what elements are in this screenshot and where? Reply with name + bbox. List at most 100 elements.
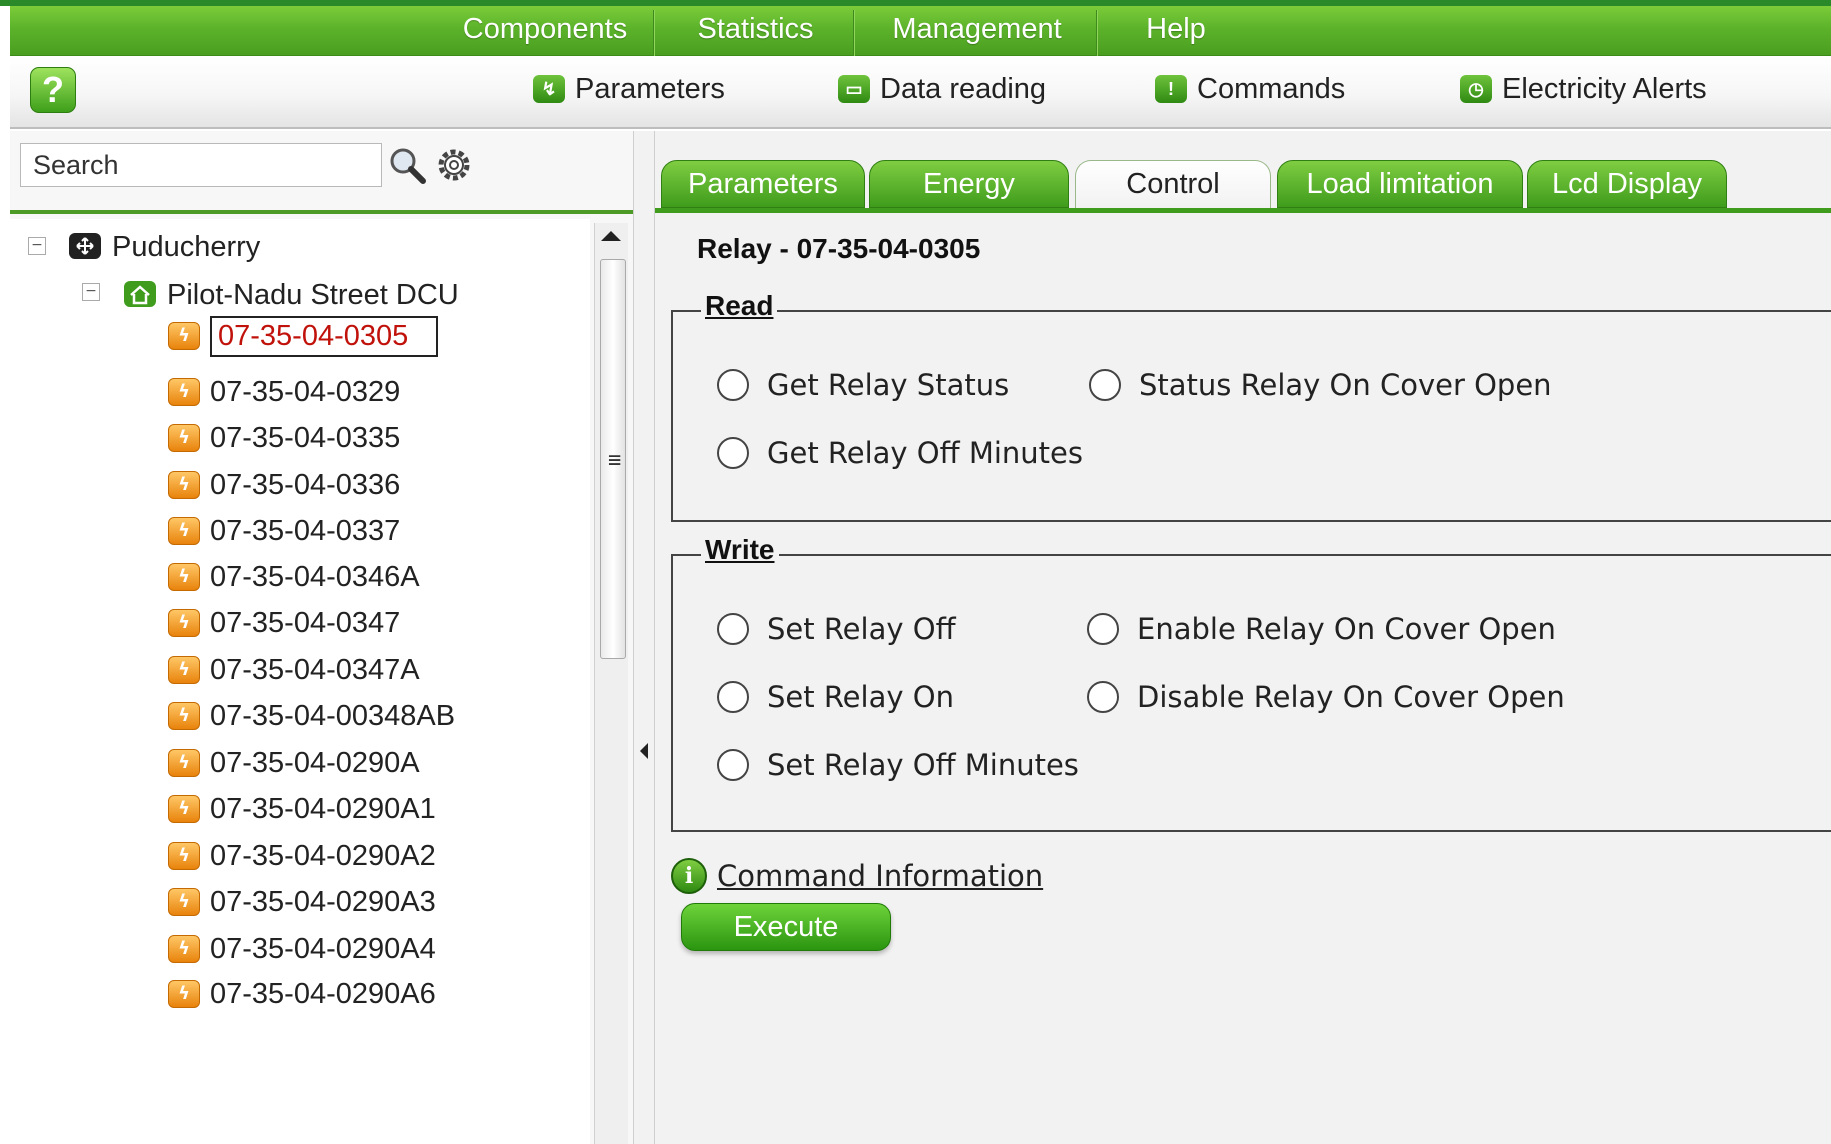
tree-node-meter[interactable]: ϟ 07-35-04-0347A	[168, 650, 420, 690]
selected-node-box: 07-35-04-0305	[210, 315, 439, 357]
radio-circle[interactable]	[717, 749, 749, 781]
menu-help[interactable]: Help	[1101, 6, 1251, 56]
tree-node-dcu[interactable]: Pilot-Nadu Street DCU	[123, 275, 459, 315]
collapse-left-arrow-icon[interactable]	[640, 743, 648, 759]
radio-label: Enable Relay On Cover Open	[1137, 612, 1556, 646]
radio-disable-relay-on-cover-open[interactable]: Disable Relay On Cover Open	[1087, 680, 1565, 714]
toolbar-commands[interactable]: ! Commands	[1155, 71, 1345, 107]
meter-icon: ϟ	[168, 656, 200, 684]
tab-lcd-display[interactable]: Lcd Display	[1527, 160, 1727, 208]
toolbar-electricity-alerts[interactable]: ◷ Electricity Alerts	[1460, 71, 1707, 107]
radio-get-relay-off-minutes[interactable]: Get Relay Off Minutes	[717, 436, 1083, 470]
radio-set-relay-on[interactable]: Set Relay On	[717, 680, 954, 714]
toolbar-parameters-label: Parameters	[575, 72, 725, 105]
meter-icon: ϟ	[168, 424, 200, 452]
radio-circle[interactable]	[1087, 613, 1119, 645]
tab-energy[interactable]: Energy	[869, 160, 1069, 208]
radio-label: Set Relay Off	[767, 612, 956, 646]
scroll-grip-icon: ≡	[608, 448, 622, 473]
tree-node-meter-label: 07-35-04-0290A3	[210, 885, 436, 918]
tree-node-meter-label: 07-35-04-0290A6	[210, 977, 436, 1010]
radio-circle[interactable]	[717, 437, 749, 469]
tree-node-meter-label: 07-35-04-0290A	[210, 746, 420, 779]
panel-splitter[interactable]	[633, 131, 655, 1144]
toolbar-data-reading-label: Data reading	[880, 72, 1047, 105]
meter-icon: ϟ	[168, 702, 200, 730]
commands-icon: !	[1155, 75, 1187, 103]
question-icon[interactable]: ?	[30, 67, 76, 113]
toolbar-parameters[interactable]: ↯ Parameters	[533, 71, 725, 107]
write-legend: Write	[701, 534, 779, 566]
scroll-thumb[interactable]: ≡	[600, 259, 626, 659]
tree-node-meter[interactable]: ϟ 07-35-04-0336	[168, 465, 400, 505]
meter-icon: ϟ	[168, 842, 200, 870]
tree-node-region[interactable]: Puducherry	[68, 227, 260, 267]
toolbar-data-reading[interactable]: ▭ Data reading	[838, 71, 1046, 107]
meter-icon: ϟ	[168, 322, 200, 350]
menu-separator	[653, 10, 655, 56]
radio-circle[interactable]	[1089, 369, 1121, 401]
collapse-toggle-icon[interactable]: −	[82, 283, 100, 301]
tree-node-meter[interactable]: ϟ 07-35-04-0290A1	[168, 789, 436, 829]
menu-management[interactable]: Management	[858, 6, 1096, 56]
tree-node-meter-label: 07-35-04-0347	[210, 606, 401, 639]
tree-node-region-label: Puducherry	[112, 230, 261, 263]
left-panel: Search − Puducherry − Pilot-Nadu Street …	[10, 131, 633, 1144]
meter-icon: ϟ	[168, 888, 200, 916]
radio-get-relay-status[interactable]: Get Relay Status	[717, 368, 1009, 402]
tree-node-dcu-label: Pilot-Nadu Street DCU	[167, 278, 459, 311]
tree-scrollbar[interactable]: ≡	[594, 223, 628, 1144]
tree-node-meter[interactable]: ϟ 07-35-04-0335	[168, 418, 400, 458]
tree-node-meter[interactable]: ϟ 07-35-04-0290A	[168, 743, 420, 783]
left-panel-divider	[10, 210, 633, 214]
search-icon[interactable]	[387, 145, 427, 185]
tree-node-meter[interactable]: ϟ 07-35-04-0290A2	[168, 836, 436, 876]
alerts-icon: ◷	[1460, 75, 1492, 103]
gear-icon[interactable]	[434, 145, 474, 185]
radio-enable-relay-on-cover-open[interactable]: Enable Relay On Cover Open	[1087, 612, 1556, 646]
execute-button[interactable]: Execute	[681, 903, 891, 951]
tree-node-meter[interactable]: ϟ 07-35-04-0290A6	[168, 974, 436, 1014]
radio-label: Set Relay Off Minutes	[767, 748, 1079, 782]
tree-node-meter-label: 07-35-04-0290A2	[210, 839, 436, 872]
search-input[interactable]: Search	[20, 143, 382, 187]
scroll-up-arrow-icon[interactable]	[601, 231, 621, 241]
tree-node-meter[interactable]: ϟ 07-35-04-0337	[168, 511, 400, 551]
tree-node-meter-selected[interactable]: ϟ 07-35-04-0305	[168, 315, 439, 357]
tree-node-meter[interactable]: ϟ 07-35-04-0346A	[168, 557, 420, 597]
radio-set-relay-off[interactable]: Set Relay Off	[717, 612, 956, 646]
toolbar-commands-label: Commands	[1197, 72, 1346, 105]
tree-node-meter[interactable]: ϟ 07-35-04-0290A4	[168, 929, 436, 969]
tree-node-meter-label: 07-35-04-0335	[210, 421, 401, 454]
menu-components[interactable]: Components	[435, 6, 655, 56]
sub-toolbar: ? ↯ Parameters ▭ Data reading ! Commands…	[10, 57, 1831, 129]
tree-node-meter-label: 07-35-04-0290A1	[210, 792, 436, 825]
radio-circle[interactable]	[717, 613, 749, 645]
tree-node-meter-label: 07-35-04-0305	[218, 319, 409, 352]
tree-node-meter[interactable]: ϟ 07-35-04-00348AB	[168, 696, 455, 736]
radio-circle[interactable]	[717, 369, 749, 401]
relay-title: Relay - 07-35-04-0305	[697, 233, 981, 264]
radio-status-relay-on-cover-open[interactable]: Status Relay On Cover Open	[1089, 368, 1552, 402]
tree-node-meter[interactable]: ϟ 07-35-04-0329	[168, 372, 400, 412]
tab-control[interactable]: Control	[1075, 160, 1271, 208]
radio-circle[interactable]	[1087, 681, 1119, 713]
read-legend: Read	[701, 290, 778, 322]
command-information[interactable]: i Command Information	[671, 858, 1043, 894]
tab-parameters[interactable]: Parameters	[661, 160, 865, 208]
menu-statistics[interactable]: Statistics	[658, 6, 853, 56]
radio-set-relay-off-minutes[interactable]: Set Relay Off Minutes	[717, 748, 1079, 782]
device-tree: − Puducherry − Pilot-Nadu Street DCU ϟ 0…	[10, 219, 590, 1144]
tree-node-meter-label: 07-35-04-0329	[210, 375, 401, 408]
info-icon: i	[671, 858, 707, 894]
tab-bar-underline	[655, 208, 1831, 213]
radio-label: Set Relay On	[767, 680, 954, 714]
tree-node-meter[interactable]: ϟ 07-35-04-0290A3	[168, 882, 436, 922]
tree-node-meter-label: 07-35-04-0337	[210, 514, 401, 547]
tab-load-limitation[interactable]: Load limitation	[1277, 160, 1523, 208]
radio-circle[interactable]	[717, 681, 749, 713]
command-information-link[interactable]: Command Information	[717, 859, 1043, 893]
tree-node-meter[interactable]: ϟ 07-35-04-0347	[168, 603, 400, 643]
collapse-toggle-icon[interactable]: −	[28, 237, 46, 255]
tree-node-meter-label: 07-35-04-00348AB	[210, 699, 456, 732]
